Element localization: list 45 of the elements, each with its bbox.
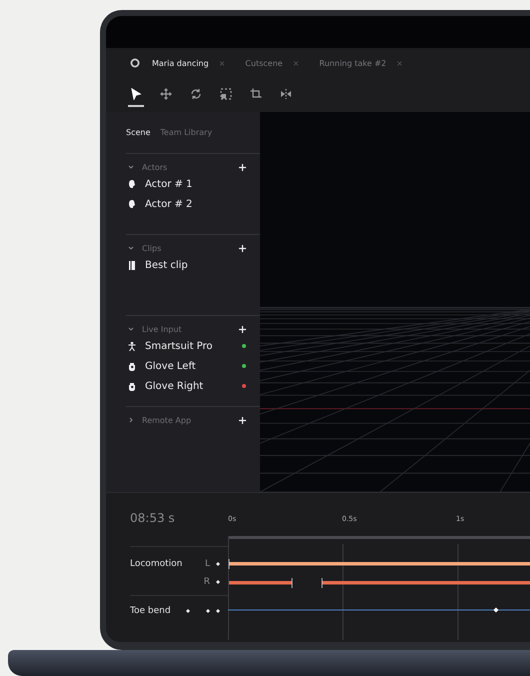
section-title: Live Input [142, 324, 183, 334]
keyframe-icon [216, 609, 220, 613]
section-title: Clips [142, 244, 162, 252]
document-tab[interactable]: Maria dancing [152, 58, 209, 68]
record-circle-icon [130, 58, 140, 68]
mirror-icon [280, 88, 292, 100]
pointer-icon [130, 88, 142, 100]
keyframe-icon [216, 562, 220, 566]
list-item[interactable]: Glove Right [145, 380, 233, 392]
add-icon[interactable] [239, 244, 246, 252]
time-readout: 08:53 s [130, 511, 176, 527]
crop-icon [250, 88, 262, 100]
list-item[interactable]: Glove Left [145, 360, 233, 372]
document-tab[interactable]: Cutscene [245, 58, 283, 68]
hand-icon [128, 382, 136, 390]
chevron-down-icon[interactable] [128, 245, 134, 251]
track-name: Locomotion [130, 559, 182, 569]
sidebar-tab[interactable]: Scene [126, 128, 150, 137]
list-item[interactable]: Smartsuit Pro [145, 340, 233, 352]
channel-label: R [204, 577, 210, 587]
rotate-icon [190, 88, 202, 100]
add-icon[interactable] [239, 164, 246, 170]
head-icon [128, 180, 136, 188]
chevron-right-icon[interactable] [128, 417, 134, 423]
list-item[interactable]: Actor # 2 [145, 198, 246, 210]
keyframe-icon [216, 580, 220, 584]
chevron-down-icon[interactable] [128, 326, 134, 332]
document-tab[interactable]: Running take #2 [319, 58, 386, 68]
head-icon [128, 200, 136, 208]
list-item[interactable]: Actor # 1 [145, 178, 246, 190]
track-name: Toe bend [130, 606, 171, 616]
chevron-down-icon[interactable] [128, 164, 134, 170]
add-icon[interactable] [239, 416, 246, 424]
add-icon[interactable] [239, 326, 246, 332]
keyframe-icon [186, 609, 190, 613]
move-icon [160, 88, 172, 100]
channel-label: L [204, 559, 210, 569]
hand-icon [128, 362, 136, 370]
section-title: Actors [142, 162, 168, 172]
list-item[interactable]: Best clip [145, 260, 246, 270]
person-icon [128, 342, 136, 350]
section-title: Remote App [142, 416, 192, 424]
scale-icon [220, 88, 232, 100]
film-clip-icon [128, 260, 136, 270]
keyframe-icon [206, 609, 210, 613]
